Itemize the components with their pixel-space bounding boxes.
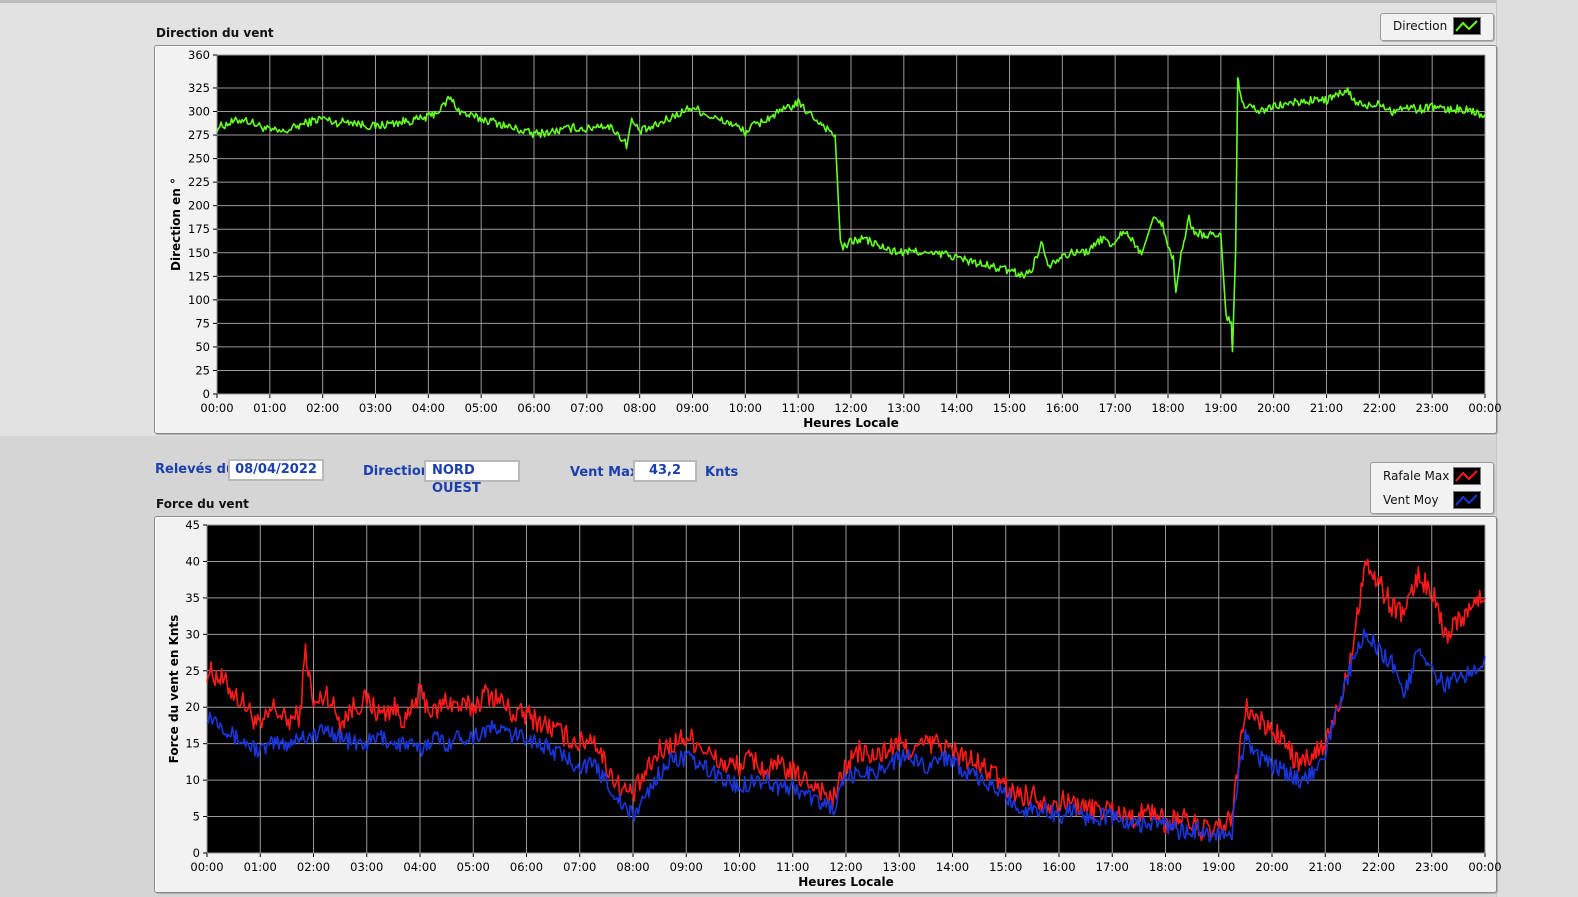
- x-axis-title: Heures Locale: [798, 875, 893, 889]
- y-axis-title: Force du vent en Knts: [167, 615, 181, 764]
- x-tick-label: 06:00: [510, 860, 543, 874]
- y-tick-label: 15: [185, 737, 200, 751]
- x-tick-label: 05:00: [457, 860, 490, 874]
- x-tick-label: 00:00: [1468, 860, 1501, 874]
- y-tick-label: 0: [193, 846, 200, 860]
- x-tick-label: 22:00: [1362, 860, 1395, 874]
- y-tick-label: 5: [193, 810, 200, 824]
- y-tick-label: 20: [185, 700, 200, 714]
- x-tick-label: 09:00: [670, 860, 703, 874]
- x-tick-label: 01:00: [244, 860, 277, 874]
- x-tick-label: 23:00: [1415, 860, 1448, 874]
- x-tick-label: 14:00: [936, 860, 969, 874]
- x-tick-label: 21:00: [1309, 860, 1342, 874]
- x-tick-label: 11:00: [776, 860, 809, 874]
- x-tick-label: 12:00: [829, 860, 862, 874]
- x-tick-label: 04:00: [403, 860, 436, 874]
- y-tick-label: 10: [185, 773, 200, 787]
- x-tick-label: 07:00: [563, 860, 596, 874]
- x-tick-label: 02:00: [297, 860, 330, 874]
- y-tick-label: 40: [185, 554, 200, 568]
- x-tick-label: 13:00: [883, 860, 916, 874]
- x-tick-label: 18:00: [1149, 860, 1182, 874]
- y-tick-label: 30: [185, 627, 200, 641]
- y-tick-label: 35: [185, 591, 200, 605]
- x-tick-label: 16:00: [1042, 860, 1075, 874]
- y-tick-label: 45: [185, 518, 200, 532]
- x-tick-label: 20:00: [1255, 860, 1288, 874]
- x-tick-label: 08:00: [616, 860, 649, 874]
- y-tick-label: 25: [185, 664, 200, 678]
- x-tick-label: 15:00: [989, 860, 1022, 874]
- x-tick-label: 19:00: [1202, 860, 1235, 874]
- x-tick-label: 17:00: [1096, 860, 1129, 874]
- x-tick-label: 10:00: [723, 860, 756, 874]
- x-tick-label: 03:00: [350, 860, 383, 874]
- force-chart[interactable]: 00:00 01:00 02:00 03:00 04:00 05:00 06:00 07:00…: [0, 0, 1578, 897]
- x-tick-label: 00:00: [190, 860, 223, 874]
